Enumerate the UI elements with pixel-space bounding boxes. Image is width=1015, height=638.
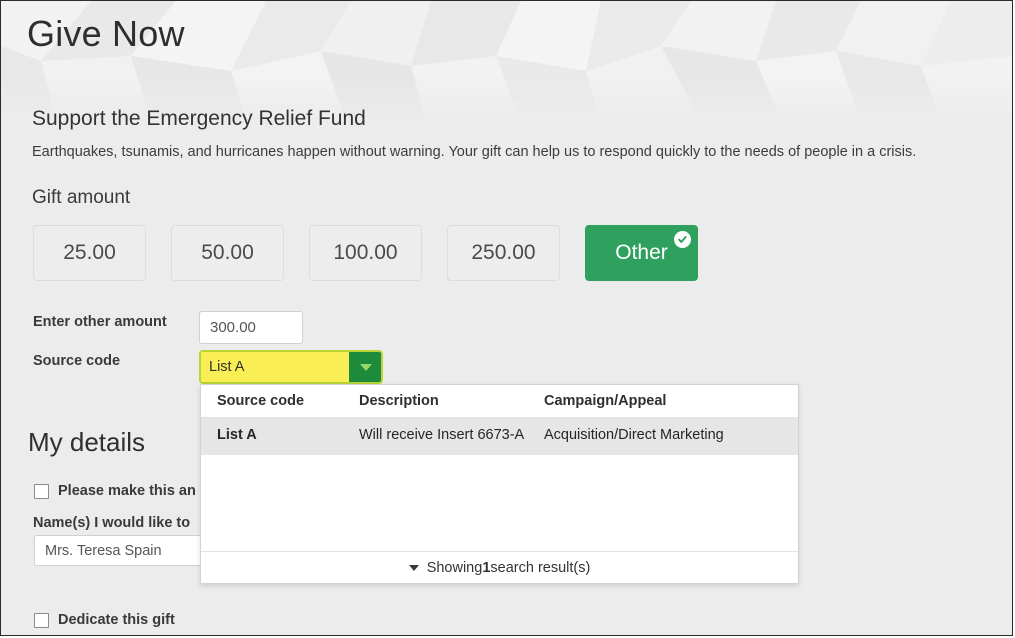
my-details-heading: My details	[28, 427, 146, 457]
row-campaign-appeal: Acquisition/Direct Marketing	[544, 427, 724, 443]
amount-button-50[interactable]: 50.00	[171, 225, 284, 281]
triangle-down-icon	[408, 564, 419, 571]
amount-button-25[interactable]: 25.00	[33, 225, 146, 281]
check-circle-icon	[674, 231, 691, 248]
column-header-campaign-appeal: Campaign/Appeal	[544, 385, 798, 418]
donor-name-label: Name(s) I would like to	[33, 515, 191, 531]
table-row[interactable]: List A Will receive Insert 6673-A Acquis…	[201, 417, 798, 456]
other-amount-input[interactable]	[199, 311, 303, 344]
gift-amount-label: Gift amount	[32, 187, 131, 208]
source-code-results-panel: Source code Description Campaign/Appeal …	[200, 384, 799, 584]
anonymous-gift-checkbox[interactable]	[34, 483, 49, 499]
amount-button-100[interactable]: 100.00	[309, 225, 422, 281]
chevron-down-icon	[359, 363, 372, 371]
results-footer[interactable]: Showing 1 search result(s)	[201, 551, 798, 583]
source-code-dropdown-toggle[interactable]	[349, 352, 381, 382]
source-code-input[interactable]	[201, 352, 349, 382]
intro-paragraph: Earthquakes, tsunamis, and hurricanes ha…	[32, 144, 917, 160]
anonymous-gift-checkbox-row[interactable]: Please make this an	[34, 483, 196, 499]
amount-button-other[interactable]: Other	[585, 225, 698, 281]
source-code-results-table: Source code Description Campaign/Appeal …	[201, 385, 798, 456]
column-header-description: Description	[359, 385, 544, 418]
give-now-page: Give Now Support the Emergency Relief Fu…	[0, 0, 1013, 636]
results-empty-space	[201, 455, 798, 551]
row-source-code: List A	[217, 427, 257, 443]
amount-button-250[interactable]: 250.00	[447, 225, 560, 281]
results-count-suffix: search result(s)	[490, 559, 591, 576]
anonymous-gift-label: Please make this an	[58, 483, 196, 499]
dedicate-gift-label: Dedicate this gift	[58, 612, 175, 628]
results-count: 1	[482, 559, 491, 576]
table-header-row: Source code Description Campaign/Appeal	[201, 385, 798, 418]
page-title: Give Now	[27, 13, 185, 54]
column-header-source-code: Source code	[201, 385, 359, 418]
results-count-prefix: Showing	[426, 559, 483, 576]
amount-button-other-label: Other	[615, 241, 668, 264]
source-code-label: Source code	[33, 353, 121, 369]
row-description: Will receive Insert 6673-A	[359, 427, 525, 443]
dedicate-gift-checkbox-row[interactable]: Dedicate this gift	[34, 612, 175, 628]
dedicate-gift-checkbox[interactable]	[34, 612, 49, 628]
other-amount-label: Enter other amount	[33, 314, 167, 330]
section-heading: Support the Emergency Relief Fund	[32, 107, 366, 130]
source-code-combobox[interactable]	[199, 350, 383, 384]
gift-amount-options: 25.00 50.00 100.00 250.00 Other	[33, 225, 698, 281]
